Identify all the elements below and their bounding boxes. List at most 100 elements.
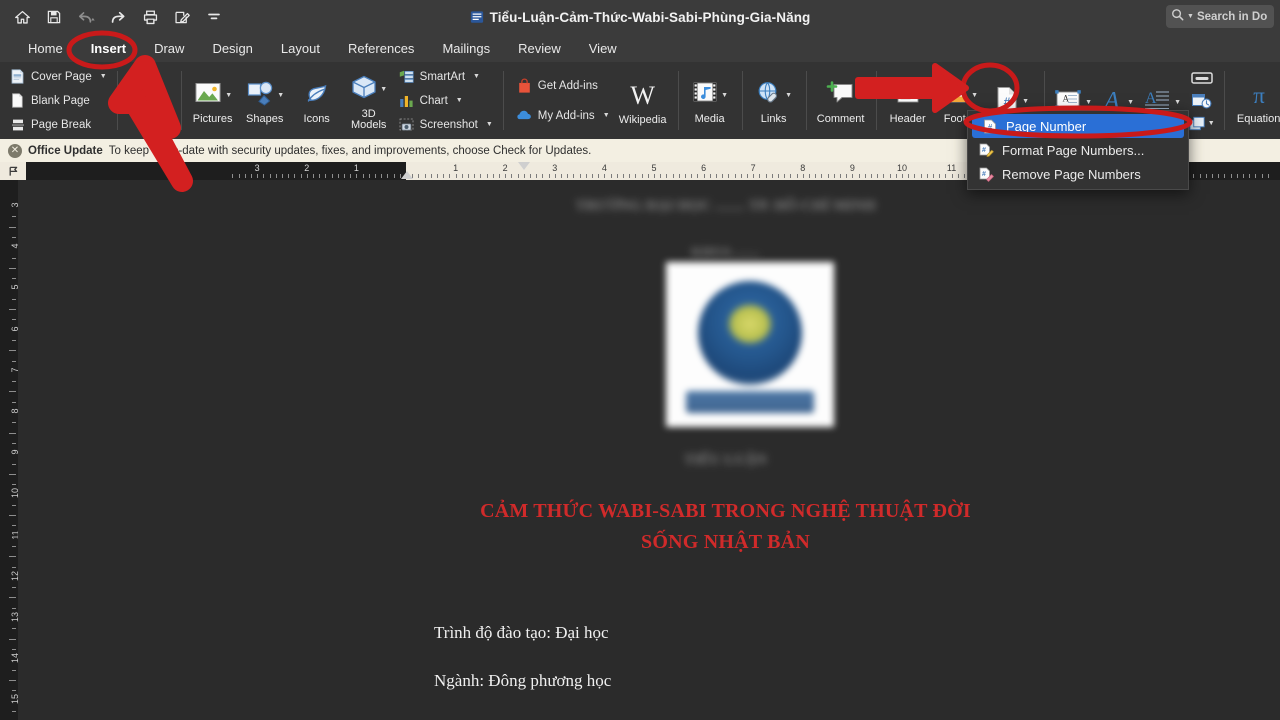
- tab-home[interactable]: Home: [14, 39, 77, 58]
- tab-insert[interactable]: Insert: [77, 39, 140, 58]
- comment-icon: [826, 80, 856, 111]
- equation-pi-icon: π: [1245, 79, 1273, 111]
- 3d-models-chevron-down-icon[interactable]: ▼: [380, 86, 387, 93]
- print-icon[interactable]: [136, 4, 164, 30]
- tab-stop-selector[interactable]: [0, 162, 26, 180]
- media-button[interactable]: ▼ Media: [684, 75, 736, 126]
- wikipedia-button[interactable]: W Wikipedia: [614, 74, 672, 127]
- hruler-tick: [356, 174, 357, 178]
- drop-cap-chevron-down-icon[interactable]: ▼: [1174, 99, 1181, 106]
- object-chevron-down-icon[interactable]: ▼: [1208, 120, 1215, 127]
- redo-icon[interactable]: [104, 4, 132, 30]
- vruler-tick: [12, 319, 16, 321]
- cover-page-chevron-down-icon[interactable]: ▼: [100, 73, 107, 80]
- hruler-tick: [493, 174, 494, 178]
- get-addins-button[interactable]: Get Add-ins: [517, 72, 610, 100]
- icons-button[interactable]: Icons: [291, 75, 343, 126]
- search-input[interactable]: ▼ Search in Do: [1166, 5, 1274, 28]
- left-indent-marker[interactable]: [401, 171, 413, 179]
- links-chevron-down-icon[interactable]: ▼: [785, 92, 792, 99]
- university-name-band: [686, 390, 814, 413]
- screenshot-button[interactable]: Screenshot ▼: [399, 114, 493, 136]
- hruler-tick: [685, 174, 686, 178]
- hruler-tick: [741, 174, 742, 178]
- pictures-button[interactable]: ▼ Pictures: [187, 75, 239, 126]
- hruler-tick: [865, 174, 866, 178]
- icons-label: Icons: [303, 113, 330, 126]
- tab-review[interactable]: Review: [504, 39, 575, 58]
- page-break-button[interactable]: Page Break: [10, 114, 107, 136]
- hruler-tick: [592, 174, 593, 178]
- signature-line-icon[interactable]: [1189, 68, 1215, 88]
- table-button[interactable]: ▼ Table: [123, 75, 175, 126]
- hruler-tick: [821, 174, 822, 178]
- hruler-tick: [815, 174, 816, 178]
- save-icon[interactable]: [40, 4, 68, 30]
- tab-references[interactable]: References: [334, 39, 428, 58]
- hruler-tick: [294, 174, 295, 178]
- shapes-chevron-down-icon[interactable]: ▼: [277, 92, 284, 99]
- chart-icon: [399, 93, 414, 109]
- cover-page-button[interactable]: Cover Page ▼: [10, 66, 107, 88]
- hruler-tick: [828, 174, 829, 178]
- object-button[interactable]: ▼: [1189, 114, 1215, 134]
- hruler-tick: [561, 174, 562, 178]
- menu-item-page-number[interactable]: # Page Number: [972, 114, 1184, 138]
- tab-layout[interactable]: Layout: [267, 39, 334, 58]
- equation-button[interactable]: π Equation: [1230, 75, 1280, 126]
- menu-item-remove-page-numbers[interactable]: # Remove Page Numbers: [968, 162, 1188, 186]
- ribbon-group-links: ▼ Links: [741, 62, 806, 139]
- tab-draw[interactable]: Draw: [140, 39, 198, 58]
- hruler-tick: [1262, 174, 1263, 178]
- hruler-tick: [921, 174, 922, 178]
- my-addins-button[interactable]: My Add-ins ▼: [517, 102, 610, 130]
- title-bar: Tiểu-Luận-Cảm-Thức-Wabi-Sabi-Phùng-Gia-N…: [0, 0, 1280, 34]
- hruler-tick: [784, 174, 785, 178]
- blank-page-button[interactable]: Blank Page: [10, 90, 107, 112]
- tab-mailings[interactable]: Mailings: [428, 39, 504, 58]
- undo-icon[interactable]: [72, 4, 100, 30]
- vruler-tick: [9, 638, 16, 640]
- media-chevron-down-icon[interactable]: ▼: [721, 92, 728, 99]
- vruler-tick: [12, 278, 16, 280]
- pictures-chevron-down-icon[interactable]: ▼: [225, 92, 232, 99]
- smartart-button[interactable]: SmartArt ▼: [399, 66, 493, 88]
- page-number-dropdown-menu[interactable]: # Page Number # Format Page Numbers... #…: [967, 110, 1189, 190]
- footer-chevron-down-icon[interactable]: ▼: [971, 92, 978, 99]
- header-button[interactable]: Header: [882, 75, 934, 126]
- vertical-ruler[interactable]: 3 4 5 6 7 8 9 10 11 12 13 14 15: [0, 180, 20, 720]
- wordart-chevron-down-icon[interactable]: ▼: [1127, 99, 1134, 106]
- edit-mode-icon[interactable]: [168, 4, 196, 30]
- first-line-indent-marker[interactable]: [518, 162, 530, 170]
- document-page[interactable]: TRƯỜNG ĐẠI HỌC ........ TP. HỒ CHÍ MINH …: [18, 180, 1280, 720]
- tab-view[interactable]: View: [575, 39, 631, 58]
- hruler-tick: [573, 174, 574, 178]
- hruler-tick: [325, 174, 326, 178]
- document-canvas[interactable]: TRƯỜNG ĐẠI HỌC ........ TP. HỒ CHÍ MINH …: [18, 180, 1280, 720]
- home-icon[interactable]: [8, 4, 36, 30]
- shapes-button[interactable]: ▼ Shapes: [239, 75, 291, 126]
- page-number-chevron-down-icon[interactable]: ▼: [1022, 98, 1029, 105]
- hruler-tick-label: 1: [453, 163, 459, 173]
- document-title-line2: SỐNG NHẬT BẢN: [641, 531, 810, 553]
- hruler-tick: [1218, 174, 1219, 178]
- comment-button[interactable]: Comment: [812, 75, 870, 126]
- chart-chevron-down-icon[interactable]: ▼: [456, 97, 463, 104]
- tab-design[interactable]: Design: [198, 39, 266, 58]
- get-addins-icon: [517, 78, 532, 94]
- menu-item-format-page-numbers[interactable]: # Format Page Numbers...: [968, 138, 1188, 162]
- customize-toolbar-icon[interactable]: [200, 4, 228, 30]
- my-addins-label: My Add-ins: [537, 109, 595, 122]
- 3d-models-button[interactable]: ▼ 3D Models: [343, 70, 395, 132]
- smartart-label: SmartArt: [419, 70, 466, 83]
- table-chevron-down-icon[interactable]: ▼: [161, 92, 168, 99]
- screenshot-chevron-down-icon[interactable]: ▼: [486, 121, 493, 128]
- text-box-chevron-down-icon[interactable]: ▼: [1085, 99, 1092, 106]
- smartart-chevron-down-icon[interactable]: ▼: [473, 73, 480, 80]
- vruler-tick: [9, 267, 16, 269]
- chart-button[interactable]: Chart ▼: [399, 90, 493, 112]
- my-addins-chevron-down-icon[interactable]: ▼: [603, 112, 610, 119]
- date-time-icon[interactable]: [1189, 91, 1215, 111]
- hruler-tick: [232, 174, 233, 178]
- links-button[interactable]: ▼ Links: [748, 75, 800, 126]
